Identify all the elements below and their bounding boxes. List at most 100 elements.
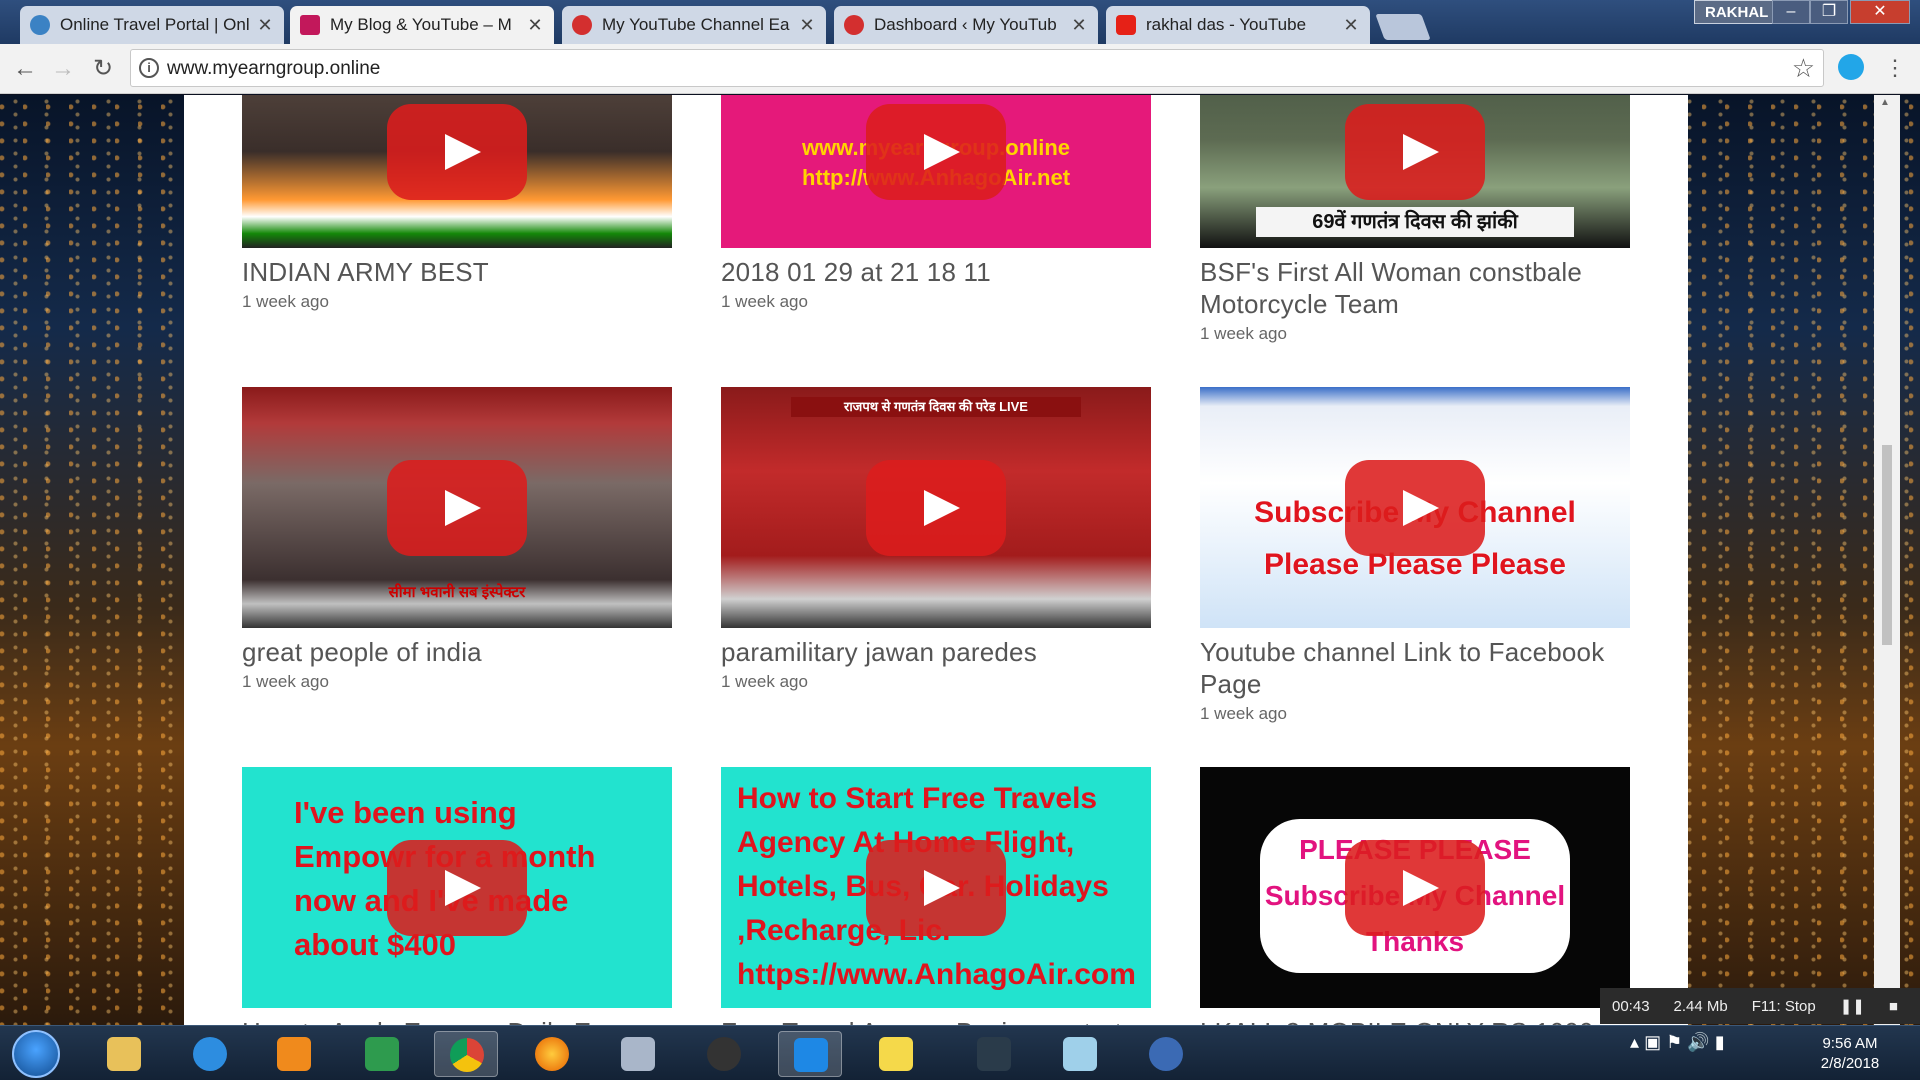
explorer-icon[interactable]	[92, 1031, 156, 1077]
10k-icon[interactable]	[692, 1031, 756, 1077]
play-icon[interactable]	[1345, 839, 1485, 936]
taskbar-clock[interactable]: 9:56 AM 2/8/2018	[1790, 1034, 1910, 1074]
screen-recorder-bar: 00:43 2.44 Mb F11: Stop ❚❚ ■	[1600, 988, 1920, 1024]
tab-my-blog[interactable]: My Blog & YouTube – M ✕	[290, 6, 554, 44]
video-thumbnail[interactable]	[242, 95, 672, 248]
scroll-up-icon[interactable]: ▲	[1880, 97, 1890, 108]
recording-time: 00:43	[1612, 997, 1650, 1015]
video-card[interactable]: I've been using Empowr for a month now a…	[242, 767, 672, 1025]
play-icon[interactable]	[387, 459, 527, 556]
tab-youtube-channel-earn[interactable]: My YouTube Channel Ea ✕	[562, 6, 826, 44]
snip-icon[interactable]	[778, 1031, 842, 1077]
play-icon[interactable]	[866, 104, 1006, 200]
video-title[interactable]: LKALL 2 MOBILE ONLY RS 1000	[1200, 1016, 1630, 1025]
video-card[interactable]: www.myearngroup.online http://www.Anhago…	[721, 95, 1151, 312]
video-card[interactable]: How to Start Free Travels Agency At Home…	[721, 767, 1151, 1025]
new-tab-button[interactable]	[1375, 14, 1431, 40]
bookmark-star-icon[interactable]: ☆	[1792, 53, 1815, 84]
close-tab-icon[interactable]: ✕	[1070, 15, 1088, 36]
play-icon[interactable]	[387, 839, 527, 936]
close-tab-icon[interactable]: ✕	[798, 15, 816, 36]
site-info-icon[interactable]: i	[139, 58, 159, 78]
address-bar[interactable]: i www.myearngroup.online ☆	[130, 49, 1824, 87]
restore-icon[interactable]: ❐	[1810, 0, 1848, 24]
play-icon[interactable]	[1345, 459, 1485, 556]
usb-icon[interactable]: ▣	[1644, 1032, 1661, 1052]
video-thumbnail[interactable]: www.myearngroup.online http://www.Anhago…	[721, 95, 1151, 248]
video-thumbnail[interactable]: How to Start Free Travels Agency At Home…	[721, 767, 1151, 1008]
firefox-icon[interactable]	[520, 1031, 584, 1077]
browser-globe-icon[interactable]	[1134, 1031, 1198, 1077]
close-tab-icon[interactable]: ✕	[1342, 15, 1360, 36]
forward-arrow-icon[interactable]: →	[46, 52, 80, 86]
video-title[interactable]: INDIAN ARMY BEST	[242, 256, 672, 288]
video-title[interactable]: How to Apply Empowr Daily Earn	[242, 1016, 672, 1025]
url-text[interactable]: www.myearngroup.online	[167, 58, 380, 80]
youtube-favicon-icon	[1116, 15, 1136, 35]
tab-title: My YouTube Channel Ea	[602, 15, 790, 34]
ie-icon[interactable]	[178, 1031, 242, 1077]
blog-favicon-icon	[300, 15, 320, 35]
video-title[interactable]: great people of india	[242, 636, 672, 668]
back-arrow-icon[interactable]: ←	[8, 52, 42, 86]
profile-name-badge[interactable]: RAKHAL	[1694, 0, 1780, 24]
video-card[interactable]: राजपथ से गणतंत्र दिवस की परेड LIVE param…	[721, 387, 1151, 692]
travel-portal-favicon-icon	[30, 15, 50, 35]
editor-icon[interactable]	[962, 1031, 1026, 1077]
video-thumbnail[interactable]: PLEASE PLEASE Subscribe My Channel Thank…	[1200, 767, 1630, 1008]
tab-dashboard[interactable]: Dashboard ‹ My YouTub ✕	[834, 6, 1098, 44]
start-button[interactable]	[12, 1030, 60, 1078]
video-title[interactable]: Free Travel Agency Business start	[721, 1016, 1151, 1025]
video-age: 1 week ago	[721, 672, 808, 691]
tab-title: rakhal das - YouTube	[1146, 15, 1307, 34]
play-icon[interactable]	[866, 459, 1006, 556]
show-hidden-icons-icon[interactable]: ▴	[1630, 1032, 1639, 1052]
media-player-icon[interactable]	[262, 1031, 326, 1077]
video-card[interactable]: INDIAN ARMY BEST 1 week ago	[242, 95, 672, 312]
video-card[interactable]: Subscribe My Channel Please Please Pleas…	[1200, 387, 1630, 724]
extension-icon[interactable]	[1838, 54, 1864, 80]
chrome-icon[interactable]	[434, 1031, 498, 1077]
video-thumbnail[interactable]: Subscribe My Channel Please Please Pleas…	[1200, 387, 1630, 628]
reload-icon[interactable]: ↻	[86, 52, 120, 86]
play-icon[interactable]	[1345, 104, 1485, 200]
signal-icon[interactable]: ▮	[1715, 1032, 1725, 1052]
video-card[interactable]: 69वें गणतंत्र दिवस की झांकी BSF's First …	[1200, 95, 1630, 344]
paint-icon[interactable]	[1048, 1031, 1112, 1077]
video-thumbnail[interactable]: I've been using Empowr for a month now a…	[242, 767, 672, 1008]
video-title[interactable]: 2018 01 29 at 21 18 11	[721, 256, 1151, 288]
action-center-flag-icon[interactable]: ⚑	[1666, 1032, 1682, 1052]
browser-menu-icon[interactable]: ⋮	[1884, 53, 1906, 83]
video-title[interactable]: paramilitary jawan paredes	[721, 636, 1151, 668]
windows-taskbar: ▴ ▣ ⚑ 🔊 ▮ 9:56 AM 2/8/2018	[0, 1025, 1920, 1080]
clock-date: 2/8/2018	[1820, 1055, 1880, 1072]
sticky-notes-icon[interactable]	[864, 1031, 928, 1077]
video-card[interactable]: सीमा भवानी सब इंस्पेक्टर great people of…	[242, 387, 672, 692]
tab-title: Dashboard ‹ My YouTub	[874, 15, 1057, 34]
play-icon[interactable]	[866, 839, 1006, 936]
video-age: 1 week ago	[1200, 324, 1287, 343]
volume-icon[interactable]: 🔊	[1687, 1032, 1709, 1052]
play-icon[interactable]	[387, 104, 527, 200]
video-thumbnail[interactable]: 69वें गणतंत्र दिवस की झांकी	[1200, 95, 1630, 248]
window-close-icon[interactable]: ✕	[1850, 0, 1910, 24]
video-thumbnail[interactable]: राजपथ से गणतंत्र दिवस की परेड LIVE	[721, 387, 1151, 628]
network-icon[interactable]	[350, 1031, 414, 1077]
channel-favicon-icon	[572, 15, 592, 35]
page-scrollbar[interactable]: ▲	[1874, 95, 1900, 1025]
stop-square-icon[interactable]: ■	[1877, 998, 1910, 1015]
thumbnail-caption: राजपथ से गणतंत्र दिवस की परेड LIVE	[791, 397, 1081, 417]
tab-online-travel-portal[interactable]: Online Travel Portal | Onl ✕	[20, 6, 284, 44]
video-thumbnail[interactable]: सीमा भवानी सब इंस्पेक्टर	[242, 387, 672, 628]
pause-icon[interactable]: ❚❚	[1828, 997, 1877, 1015]
close-tab-icon[interactable]: ✕	[256, 15, 274, 36]
video-title[interactable]: Youtube channel Link to Facebook Page	[1200, 636, 1630, 700]
recorder-stop-button[interactable]: F11: Stop	[1740, 998, 1828, 1015]
video-card[interactable]: PLEASE PLEASE Subscribe My Channel Thank…	[1200, 767, 1630, 1025]
calculator-icon[interactable]	[606, 1031, 670, 1077]
close-tab-icon[interactable]: ✕	[526, 15, 544, 36]
video-title[interactable]: BSF's First All Woman constbale Motorcyc…	[1200, 256, 1630, 320]
tab-rakhal-youtube[interactable]: rakhal das - YouTube ✕	[1106, 6, 1370, 44]
minimize-icon[interactable]: –	[1772, 0, 1810, 24]
scrollbar-thumb[interactable]	[1882, 445, 1892, 645]
